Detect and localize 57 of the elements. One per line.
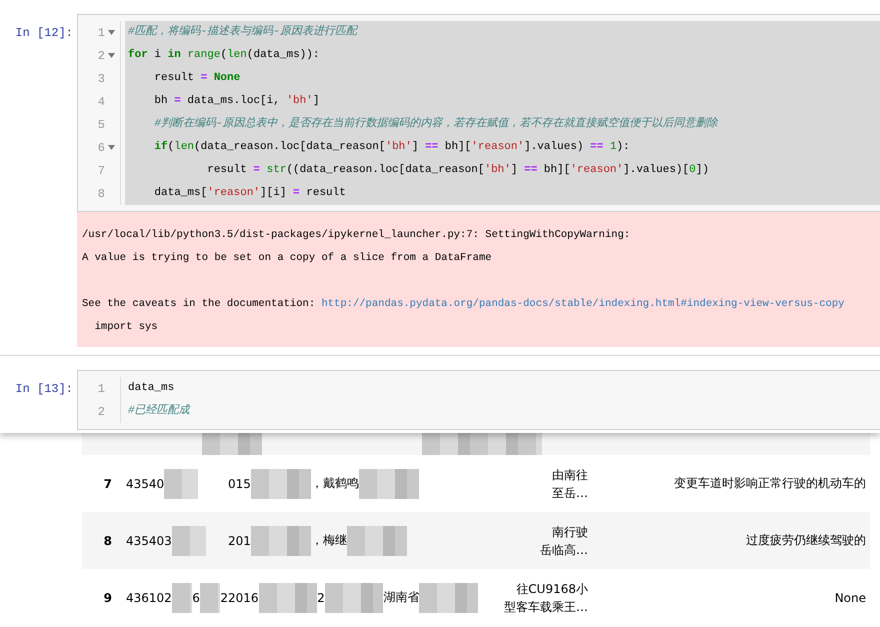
table-cell: 湖南省 <box>383 589 420 606</box>
table-cell-text: 由南往 至岳… <box>551 466 588 502</box>
pixelated-redaction <box>324 582 384 612</box>
row-index: 9 <box>102 590 112 604</box>
table-cell: 015 <box>228 476 251 490</box>
table-cell: ，戴鹤鸣 <box>310 475 359 492</box>
pixelated-redaction <box>172 526 206 556</box>
line-number: 5 <box>98 118 105 132</box>
line-number: 3 <box>98 72 105 86</box>
line-number: 8 <box>98 186 105 200</box>
row-index: 7 <box>102 476 112 490</box>
pixelated-redaction <box>419 582 478 612</box>
table-cell: 2016 <box>228 590 259 604</box>
output-text: A value is trying to be set on a copy of a slice from a DataFrame <box>82 251 493 266</box>
documentation-link[interactable]: http://pandas.pydata.org/pandas-docs/stable/indexing.html#indexing-view-versus-copy <box>321 298 844 310</box>
line-number: 4 <box>98 94 105 108</box>
table-cell: 436102 <box>126 590 172 604</box>
table-cell: 201 <box>228 534 251 548</box>
fold-caret-icon[interactable] <box>108 145 115 150</box>
table-cell-text: 南行驶 岳临高… <box>539 524 588 558</box>
cell-prompt: In [12]: <box>14 25 74 42</box>
table-cell-text: 过度疲劳仍继续驾驶的 <box>745 532 867 549</box>
pixelated-redaction <box>358 468 419 498</box>
output-text: import sys <box>94 320 159 335</box>
cell-prompt: In [13]: <box>14 381 74 398</box>
line-number: 2 <box>98 404 105 418</box>
pixelated-redaction <box>164 468 198 498</box>
table-cell-text: None <box>834 590 867 604</box>
fold-caret-icon[interactable] <box>108 30 115 35</box>
code-line: #已经匹配成 <box>127 403 192 419</box>
output-text: /usr/local/lib/python3.5/dist-packages/ipykernel_launcher.py:7: SettingWithCopyWarning: <box>82 228 632 243</box>
table-cell: 2 <box>317 590 325 604</box>
pixelated-redaction <box>202 431 262 455</box>
line-number: 6 <box>98 140 105 154</box>
line-number: 1 <box>98 382 105 396</box>
pixelated-redaction <box>250 468 311 498</box>
table-cell: 43540 <box>126 476 164 490</box>
table-cell: 6 <box>192 590 200 604</box>
line-number: 2 <box>98 48 105 62</box>
pixelated-redaction <box>346 526 407 556</box>
table-cell: ，梅继 <box>310 532 347 549</box>
line-number: 7 <box>98 164 105 178</box>
table-cell: 2 <box>220 590 228 604</box>
code-editor[interactable] <box>77 14 880 212</box>
output-text: See the caveats in the documentation: <box>82 297 316 312</box>
table-cell: 435403 <box>126 534 172 548</box>
table-cell-text: 变更车道时影响正常行驶的机动车的 <box>673 475 867 492</box>
pixelated-redaction <box>172 582 192 612</box>
code-line: data_ms <box>127 381 176 396</box>
table-cell-text: 往CU9168小 型客车载乘王… <box>503 580 588 616</box>
pixelated-redaction <box>200 582 220 612</box>
fold-caret-icon[interactable] <box>108 53 115 58</box>
code-editor[interactable]: 1 data_ms 2 #已经匹配成 <box>77 370 880 430</box>
pixelated-redaction <box>258 582 318 612</box>
line-number: 1 <box>98 26 105 40</box>
pixelated-redaction <box>250 526 311 556</box>
row-index: 8 <box>102 534 112 548</box>
